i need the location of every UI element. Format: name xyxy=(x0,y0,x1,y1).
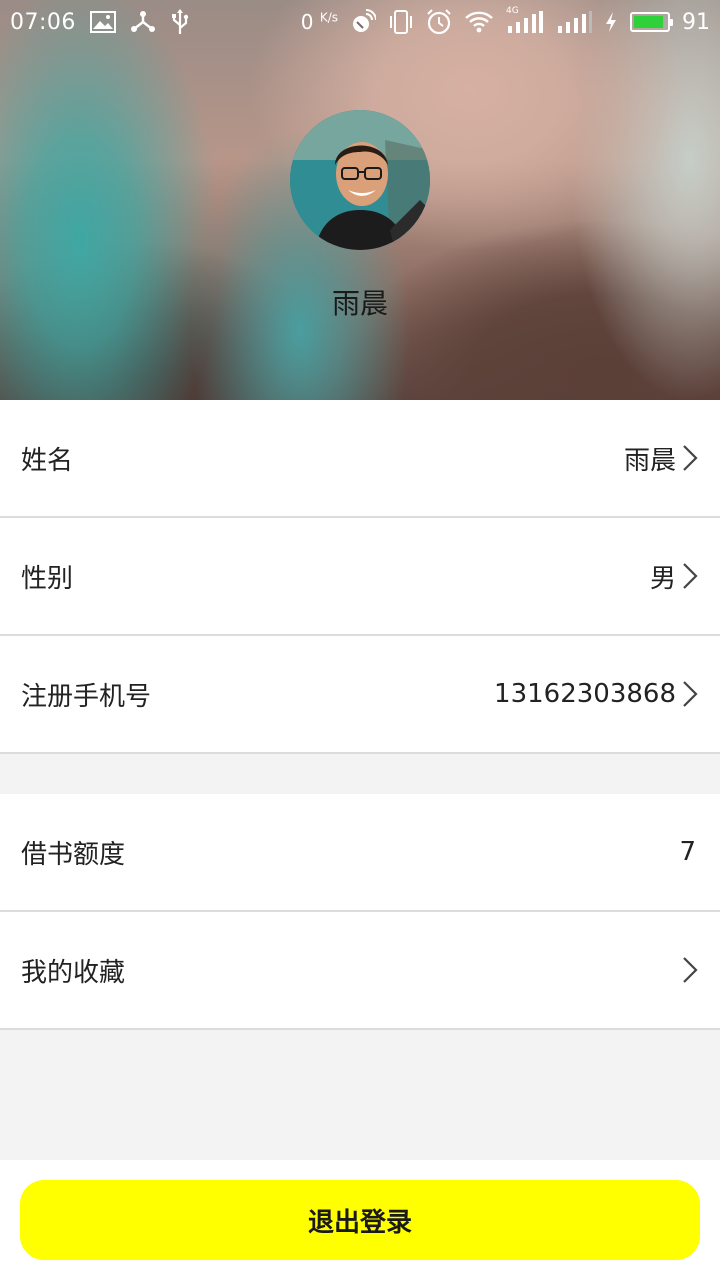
chevron-right-icon xyxy=(680,955,700,985)
chevron-right-icon xyxy=(680,443,700,473)
row-value: 雨晨 xyxy=(623,445,676,476)
network-type-label: 4G xyxy=(506,6,519,16)
profile-name: 雨晨 xyxy=(331,287,388,320)
alarm-icon xyxy=(426,9,452,35)
row-label: 借书额度 xyxy=(21,839,126,870)
row-value: 7 xyxy=(679,837,696,867)
row-gender[interactable]: 性别 男 xyxy=(0,518,720,636)
signal-icon: 4G xyxy=(506,6,544,34)
row-favorites[interactable]: 我的收藏 xyxy=(0,912,720,1030)
signal-icon xyxy=(556,10,592,34)
avatar[interactable] xyxy=(290,110,430,250)
account-list: 借书额度 7 我的收藏 xyxy=(0,794,720,1030)
row-value: 男 xyxy=(649,563,676,594)
net-speed-unit: K/s xyxy=(319,10,338,25)
chevron-right-icon xyxy=(680,679,700,709)
share-icon xyxy=(130,10,156,34)
wifi-icon xyxy=(464,11,494,33)
footer: 退出登录 xyxy=(0,1160,720,1280)
row-label: 姓名 xyxy=(21,445,74,476)
battery-fill xyxy=(634,16,664,28)
vibrate-icon xyxy=(388,10,414,34)
charging-icon xyxy=(604,11,618,33)
net-speed: 0 K/s xyxy=(301,10,338,34)
battery-icon xyxy=(630,12,673,32)
row-phone[interactable]: 注册手机号 13162303868 xyxy=(0,636,720,754)
chevron-right-icon xyxy=(680,561,700,591)
usb-icon xyxy=(170,9,190,35)
battery-level: 91 xyxy=(682,9,710,35)
satellite-icon xyxy=(350,9,376,35)
image-icon xyxy=(89,11,116,33)
logout-button[interactable]: 退出登录 xyxy=(20,1180,700,1260)
row-borrow-quota: 借书额度 7 xyxy=(0,794,720,912)
row-label: 我的收藏 xyxy=(21,957,126,988)
profile-header: 07:06 0 K/s 4G 91 雨晨 xyxy=(0,0,720,400)
status-bar: 07:06 0 K/s 4G 91 xyxy=(0,0,720,44)
net-speed-value: 0 xyxy=(300,10,314,34)
row-value: 13162303868 xyxy=(494,679,676,709)
status-time: 07:06 xyxy=(10,9,76,35)
row-label: 注册手机号 xyxy=(21,681,152,712)
row-label: 性别 xyxy=(21,563,74,594)
row-name[interactable]: 姓名 雨晨 xyxy=(0,400,720,518)
profile-info-list: 姓名 雨晨 性别 男 注册手机号 13162303868 xyxy=(0,400,720,754)
